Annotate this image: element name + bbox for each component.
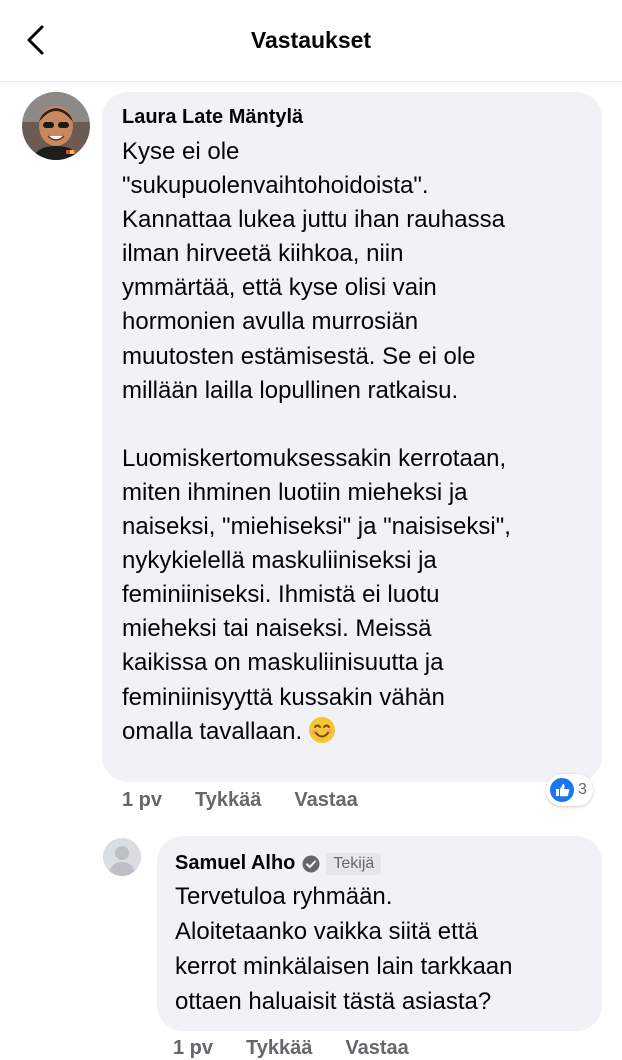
verified-check-icon	[302, 855, 320, 872]
reaction-summary[interactable]: 3	[546, 774, 593, 806]
reply-button[interactable]: Vastaa	[345, 1037, 408, 1060]
page-title: Vastaukset	[250, 27, 372, 53]
comment-text: Tervetuloa ryhmään. Aloitetaanko vaikka …	[175, 883, 513, 1015]
comment-text: Kyse ei ole "sukupuolenvaihtohoidoista".…	[122, 135, 592, 749]
comment-actions: 1 pv Tykkää Vastaa	[173, 1037, 442, 1060]
author-badge: Tekijä	[326, 852, 382, 875]
comment-timestamp[interactable]: 1 pv	[122, 789, 162, 812]
author-name[interactable]: Laura Late Mäntylä	[122, 106, 303, 129]
comment-author[interactable]: Samuel Alho Tekijä	[175, 852, 382, 875]
avatar[interactable]	[22, 92, 90, 160]
comment-bubble[interactable]: Laura Late Mäntylä Kyse ei ole "sukupuol…	[102, 92, 602, 782]
reaction-count: 3	[578, 781, 587, 798]
comment-text-content: Kyse ei ole "sukupuolenvaihtohoidoista".…	[122, 138, 511, 745]
reply-bubble[interactable]: Samuel Alho Tekijä Tervetuloa ryhmään. A…	[157, 836, 602, 1031]
thumbs-up-icon	[550, 778, 574, 802]
reply-button[interactable]: Vastaa	[294, 789, 357, 812]
comment-author[interactable]: Laura Late Mäntylä	[122, 106, 303, 129]
comment-actions: 1 pv Tykkää Vastaa	[122, 789, 391, 812]
like-button[interactable]: Tykkää	[195, 789, 261, 812]
comment-timestamp[interactable]: 1 pv	[173, 1037, 213, 1060]
top-bar: Vastaukset	[0, 0, 622, 82]
avatar[interactable]	[103, 838, 141, 876]
smiling-face-icon	[308, 716, 336, 744]
like-button[interactable]: Tykkää	[246, 1037, 312, 1060]
author-name[interactable]: Samuel Alho	[175, 852, 295, 875]
